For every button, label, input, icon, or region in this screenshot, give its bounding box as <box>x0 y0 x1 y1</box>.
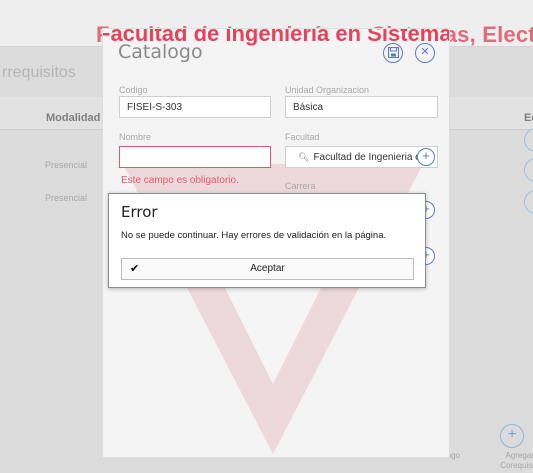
dialog-title: Catalogo <box>118 41 203 63</box>
search-icon: 🔍︎ <box>298 152 310 162</box>
table-row: Presencial <box>45 160 88 170</box>
carrera-label: Carrera <box>285 181 316 191</box>
nombre-label: Nombre <box>119 132 152 142</box>
nombre-input[interactable] <box>119 146 271 168</box>
close-icon: ✕ <box>420 46 430 58</box>
facultad-label: Facultad <box>285 132 320 142</box>
add-facultad-button[interactable]: + <box>417 148 435 166</box>
add-corequisite-label[interactable]: Agregar Corequisi <box>482 451 533 471</box>
edit-row-button[interactable] <box>524 190 533 214</box>
save-icon <box>387 46 399 59</box>
unidad-label: Unidad Organizacion <box>285 85 370 95</box>
save-button[interactable] <box>383 43 403 63</box>
nombre-error-message: Este campo es obligatorio. <box>121 175 239 186</box>
checkmark-icon: ✔ <box>130 263 140 275</box>
error-dialog-title: Error <box>121 203 158 221</box>
edit-row-button[interactable] <box>524 128 533 152</box>
add-corequisite-button[interactable]: + <box>500 424 524 448</box>
codigo-input[interactable]: FISEI-S-303 <box>119 96 271 118</box>
edit-row-button[interactable] <box>524 158 533 182</box>
column-header-edit: Ed <box>524 112 533 124</box>
codigo-label: Codigo <box>119 85 148 95</box>
close-button[interactable]: ✕ <box>415 43 435 63</box>
accept-label: Aceptar <box>250 263 285 274</box>
column-header-modalidad: Modalidad <box>46 112 101 124</box>
facultad-value: Facultad de Ingenieria e <box>313 152 421 163</box>
accept-button[interactable]: ✔ Aceptar <box>121 258 414 280</box>
error-dialog-message: No se puede continuar. Hay errores de va… <box>121 230 387 241</box>
facultad-input[interactable]: 🔍︎ Facultad de Ingenieria e <box>285 146 438 168</box>
plus-icon: + <box>422 148 430 163</box>
unidad-input[interactable]: Básica <box>285 96 438 118</box>
table-row: Presencial <box>45 193 88 203</box>
page-title: rrequisitos <box>2 64 76 81</box>
error-dialog: Error No se puede continuar. Hay errores… <box>108 193 426 288</box>
